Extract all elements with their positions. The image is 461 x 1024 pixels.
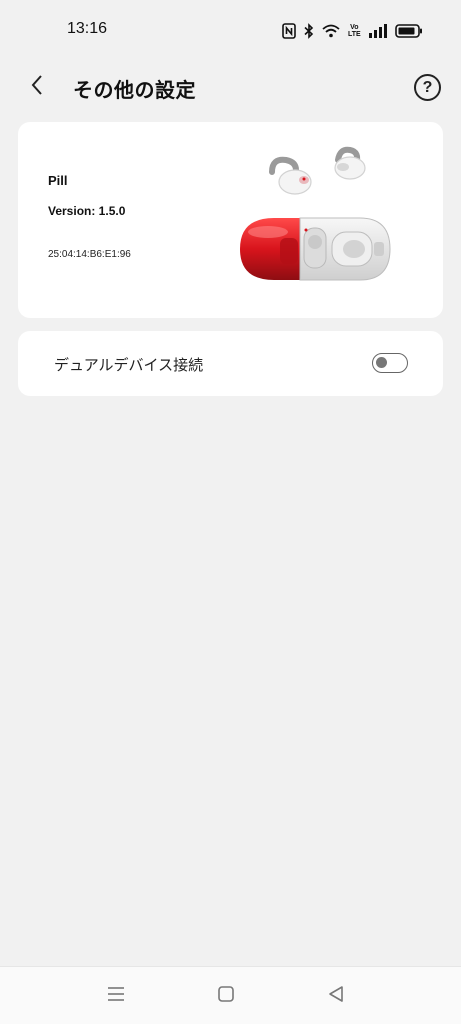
bluetooth-icon — [304, 23, 314, 39]
chevron-left-icon — [30, 74, 44, 100]
help-icon: ? — [422, 78, 433, 96]
wifi-icon — [322, 24, 340, 38]
device-name: Pill — [48, 173, 68, 188]
header: その他の設定 ? — [0, 66, 461, 110]
dual-device-toggle[interactable] — [372, 353, 408, 373]
dual-device-setting-row: デュアルデバイス接続 — [18, 331, 443, 396]
help-button[interactable]: ? — [414, 74, 441, 101]
home-icon — [217, 985, 235, 1007]
volte-icon: Vo LTE — [348, 24, 361, 38]
volte-top-text: Vo — [350, 24, 359, 31]
dual-device-label: デュアルデバイス接続 — [54, 356, 204, 374]
status-icons: Vo LTE — [282, 21, 423, 41]
nav-back-button[interactable] — [325, 985, 347, 1007]
device-mac-address: 25:04:14:B6:E1:96 — [48, 249, 131, 260]
battery-icon — [394, 24, 423, 38]
signal-icon — [368, 24, 387, 38]
status-time: 13:16 — [67, 20, 108, 37]
volte-bottom-text: LTE — [348, 31, 361, 38]
back-triangle-icon — [327, 985, 345, 1007]
nav-menu-button[interactable] — [105, 985, 127, 1007]
device-card: Pill Version: 1.5.0 25:04:14:B6:E1:96 — [18, 122, 443, 318]
nav-home-button[interactable] — [215, 985, 237, 1007]
earbuds-product-image — [238, 134, 393, 289]
status-bar: 13:16 Vo LTE — [0, 0, 461, 60]
menu-icon — [107, 986, 125, 1006]
system-nav-bar — [0, 966, 461, 1024]
page-title: その他の設定 — [73, 78, 196, 102]
device-version: Version: 1.5.0 — [48, 204, 126, 218]
toggle-knob — [376, 357, 387, 368]
nfc-icon — [282, 23, 296, 39]
back-button[interactable] — [22, 72, 52, 102]
